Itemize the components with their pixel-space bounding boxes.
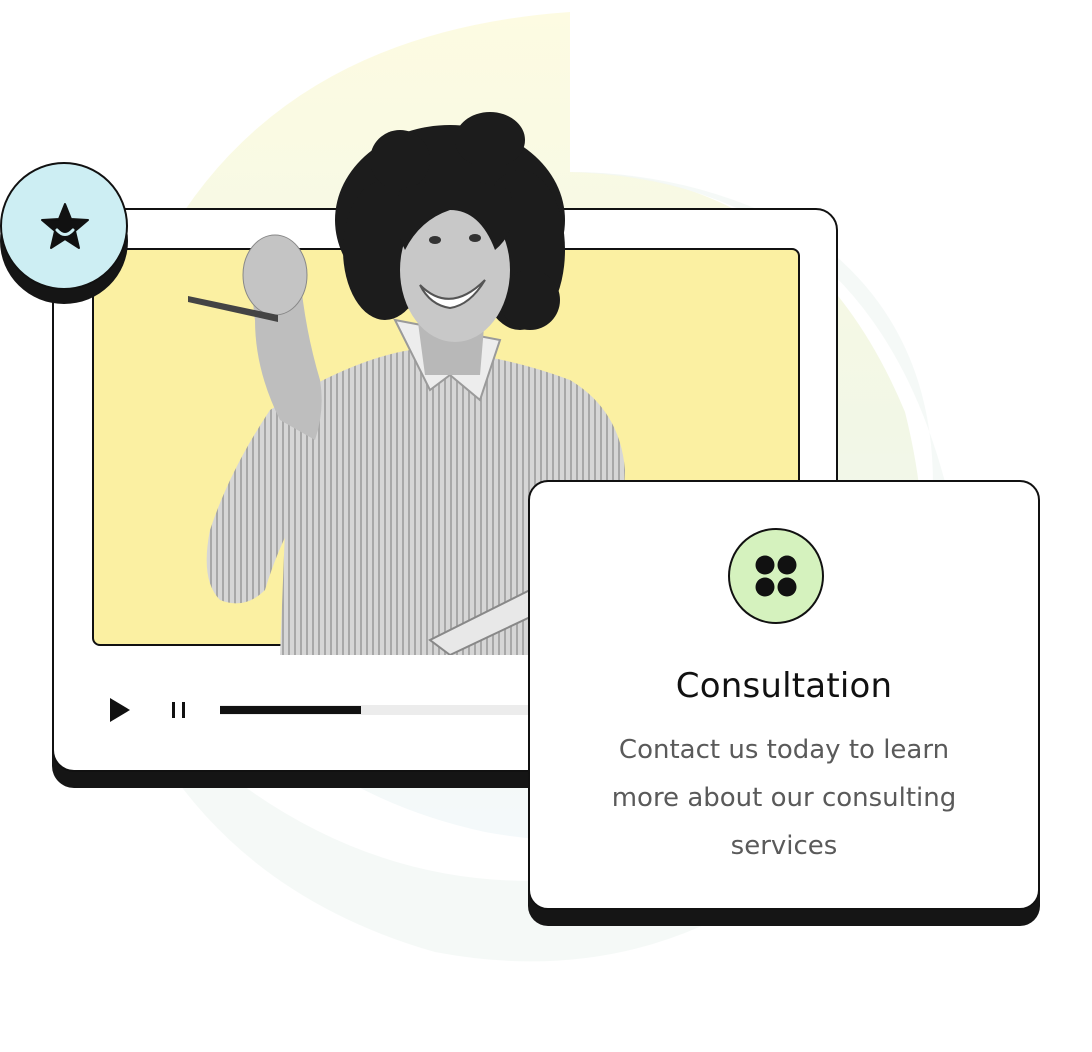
card-title: Consultation <box>675 666 893 706</box>
consultation-card[interactable]: Consultation Contact us today to learn m… <box>528 480 1040 910</box>
card-icon-circle <box>728 528 824 624</box>
play-icon[interactable] <box>104 694 134 726</box>
pause-icon[interactable] <box>165 696 195 724</box>
star-smile-icon <box>41 203 89 249</box>
progress-bar[interactable] <box>220 705 540 715</box>
progress-bar-fill <box>220 706 361 714</box>
four-dots-icon <box>755 555 797 597</box>
star-badge <box>0 162 128 290</box>
card-description: Contact us today to learn more about our… <box>611 735 957 861</box>
